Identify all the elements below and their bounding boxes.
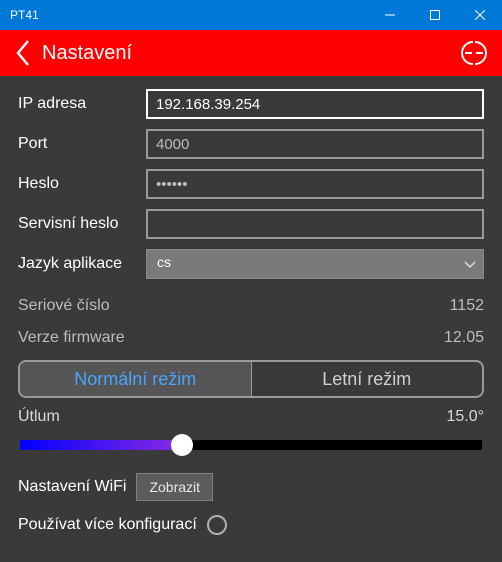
serial-value: 1152 bbox=[450, 297, 484, 315]
mode-summer[interactable]: Letní režim bbox=[252, 362, 483, 396]
attenuation-slider[interactable] bbox=[20, 436, 482, 454]
firmware-label: Verze firmware bbox=[18, 329, 444, 347]
slider-fill bbox=[20, 440, 182, 450]
port-label: Port bbox=[18, 135, 146, 153]
multi-config-radio[interactable] bbox=[207, 515, 227, 535]
minimize-button[interactable] bbox=[367, 0, 412, 30]
maximize-button[interactable] bbox=[412, 0, 457, 30]
language-select[interactable]: cs bbox=[146, 249, 484, 279]
language-label: Jazyk aplikace bbox=[18, 255, 146, 273]
ip-label: IP adresa bbox=[18, 95, 146, 113]
attenuation-label: Útlum bbox=[18, 408, 446, 426]
slider-thumb[interactable] bbox=[171, 434, 193, 456]
app-header: Nastavení bbox=[0, 30, 502, 76]
multi-config-label: Používat více konfigurací bbox=[18, 516, 197, 534]
page-title: Nastavení bbox=[42, 42, 460, 65]
firmware-value: 12.05 bbox=[444, 329, 484, 347]
ip-input[interactable] bbox=[146, 89, 484, 119]
window-title: PT41 bbox=[10, 8, 367, 22]
port-input[interactable] bbox=[146, 129, 484, 159]
wifi-show-button[interactable]: Zobrazit bbox=[136, 473, 213, 501]
wifi-label: Nastavení WiFi bbox=[18, 478, 126, 496]
service-password-input[interactable] bbox=[146, 209, 484, 239]
brand-icon bbox=[460, 40, 488, 66]
password-input[interactable] bbox=[146, 169, 484, 199]
serial-label: Seriové číslo bbox=[18, 297, 450, 315]
mode-segmented: Normální režim Letní režim bbox=[18, 360, 484, 398]
password-label: Heslo bbox=[18, 175, 146, 193]
close-button[interactable] bbox=[457, 0, 502, 30]
mode-normal[interactable]: Normální režim bbox=[20, 362, 252, 396]
attenuation-value: 15.0° bbox=[446, 408, 484, 426]
back-button[interactable] bbox=[8, 39, 38, 67]
service-password-label: Servisní heslo bbox=[18, 215, 146, 233]
